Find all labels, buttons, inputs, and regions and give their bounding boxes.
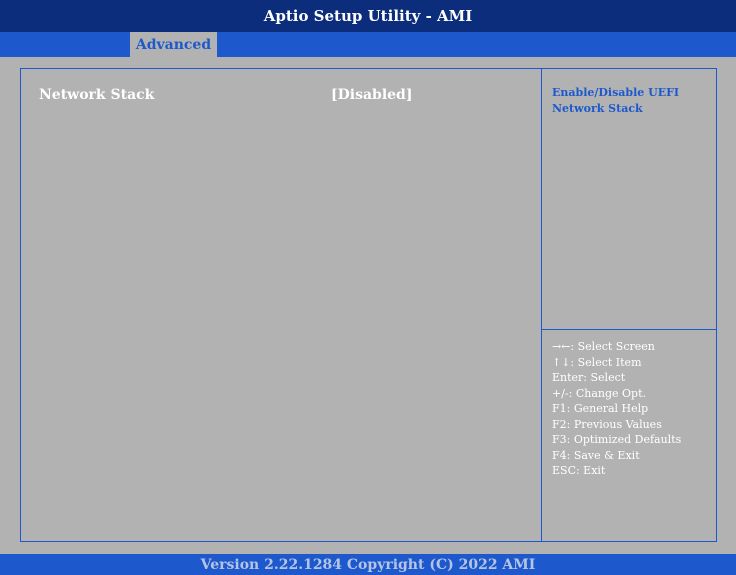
key-hint: F4: Save & Exit xyxy=(552,448,640,462)
setting-value[interactable]: [Disabled] xyxy=(331,87,412,103)
setting-label: Network Stack xyxy=(39,87,155,103)
title-bar: Aptio Setup Utility - AMI xyxy=(0,0,736,32)
version-text: Version 2.22.1284 Copyright (C) 2022 AMI xyxy=(200,556,536,573)
key-hint: F3: Optimized Defaults xyxy=(552,433,682,446)
key-legend: →←: Select Screen ↑↓: Select Item Enter:… xyxy=(542,329,717,542)
main-frame: Network Stack [Disabled] Enable/Disable … xyxy=(20,68,717,542)
key-hint: ESC: Exit xyxy=(552,464,606,477)
setting-row-network-stack[interactable]: Network Stack [Disabled] xyxy=(39,87,439,107)
item-help: Enable/Disable UEFI Network Stack xyxy=(542,69,717,329)
footer-bar: Version 2.22.1284 Copyright (C) 2022 AMI xyxy=(0,554,736,575)
key-legend-list: →←: Select Screen ↑↓: Select Item Enter:… xyxy=(552,339,681,479)
key-hint: +/-: Change Opt. xyxy=(552,386,647,400)
help-text: Enable/Disable UEFI Network Stack xyxy=(552,86,680,115)
key-hint: ↑↓: Select Item xyxy=(552,355,642,369)
app-title: Aptio Setup Utility - AMI xyxy=(263,7,473,25)
help-pane: Enable/Disable UEFI Network Stack →←: Se… xyxy=(541,69,717,541)
key-hint: F1: General Help xyxy=(552,402,649,415)
settings-pane: Network Stack [Disabled] xyxy=(21,69,541,541)
key-hint: F2: Previous Values xyxy=(552,417,662,431)
tab-advanced[interactable]: Advanced xyxy=(130,32,217,57)
tab-bar: Advanced xyxy=(0,32,736,57)
key-hint: Enter: Select xyxy=(552,371,626,384)
key-hint: →←: Select Screen xyxy=(552,340,655,353)
